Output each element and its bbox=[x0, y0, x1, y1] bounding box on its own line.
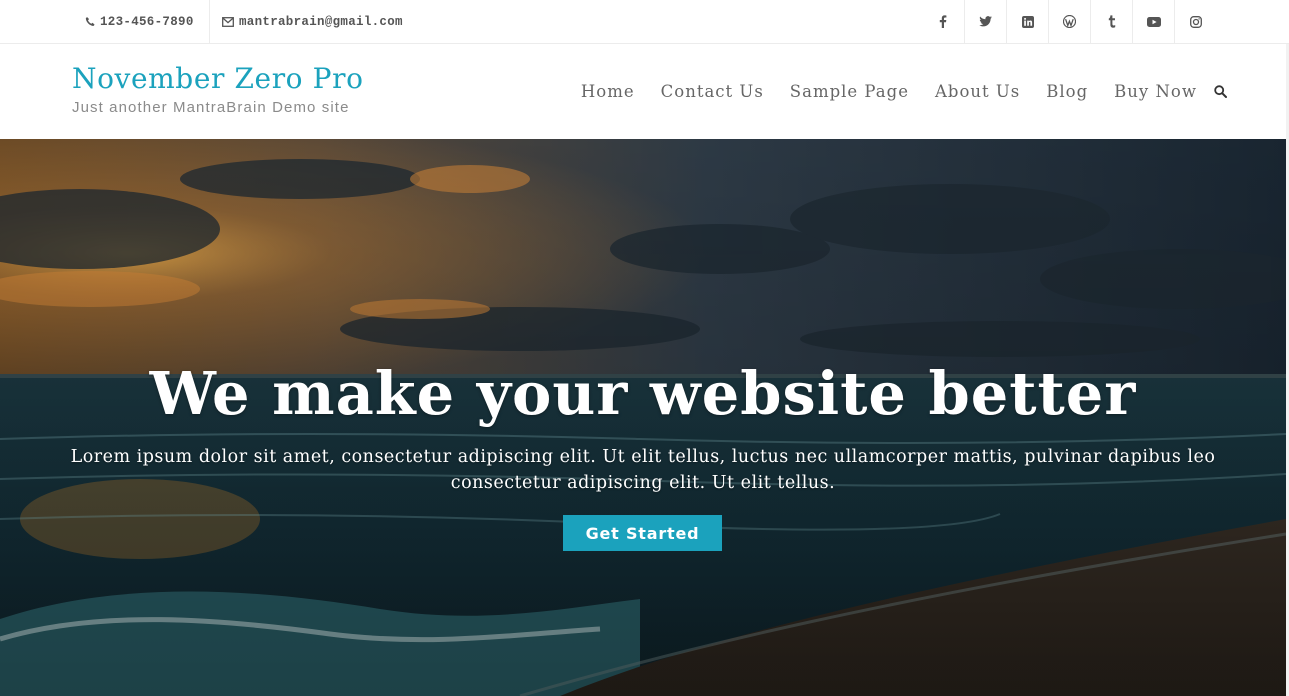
email-address: mantrabrain@gmail.com bbox=[239, 14, 403, 29]
phone-contact[interactable]: 123-456-7890 bbox=[85, 0, 194, 43]
nav-item-blog[interactable]: Blog bbox=[1046, 82, 1088, 101]
tumblr-icon[interactable] bbox=[1090, 0, 1132, 43]
social-links bbox=[922, 0, 1216, 43]
nav-item-about-us[interactable]: About Us bbox=[935, 82, 1020, 101]
main-navigation: Home Contact Us Sample Page About Us Blo… bbox=[581, 44, 1227, 139]
top-bar: 123-456-7890 mantrabrain@gmail.com bbox=[0, 0, 1289, 44]
search-icon[interactable] bbox=[1214, 85, 1227, 98]
linkedin-icon[interactable] bbox=[1006, 0, 1048, 43]
phone-icon bbox=[85, 16, 95, 27]
nav-item-buy-now[interactable]: Buy Now bbox=[1114, 82, 1197, 101]
hero-description: Lorem ipsum dolor sit amet, consectetur … bbox=[70, 447, 1216, 493]
phone-number: 123-456-7890 bbox=[100, 14, 194, 29]
nav-item-sample-page[interactable]: Sample Page bbox=[790, 82, 909, 101]
hero-title: We make your website better bbox=[149, 359, 1137, 428]
nav-item-home[interactable]: Home bbox=[581, 82, 635, 101]
nav-item-contact-us[interactable]: Contact Us bbox=[661, 82, 764, 101]
site-header: November Zero Pro Just another MantraBra… bbox=[0, 44, 1289, 139]
youtube-icon[interactable] bbox=[1132, 0, 1174, 43]
wordpress-icon[interactable] bbox=[1048, 0, 1090, 43]
email-contact[interactable]: mantrabrain@gmail.com bbox=[209, 0, 403, 43]
hero-section: We make your website better Lorem ipsum … bbox=[0, 139, 1286, 696]
site-title[interactable]: November Zero Pro bbox=[72, 62, 364, 95]
get-started-button[interactable]: Get Started bbox=[563, 515, 722, 551]
instagram-icon[interactable] bbox=[1174, 0, 1216, 43]
site-tagline: Just another MantraBrain Demo site bbox=[72, 99, 350, 116]
envelope-icon bbox=[222, 16, 234, 27]
facebook-icon[interactable] bbox=[922, 0, 964, 43]
twitter-icon[interactable] bbox=[964, 0, 1006, 43]
